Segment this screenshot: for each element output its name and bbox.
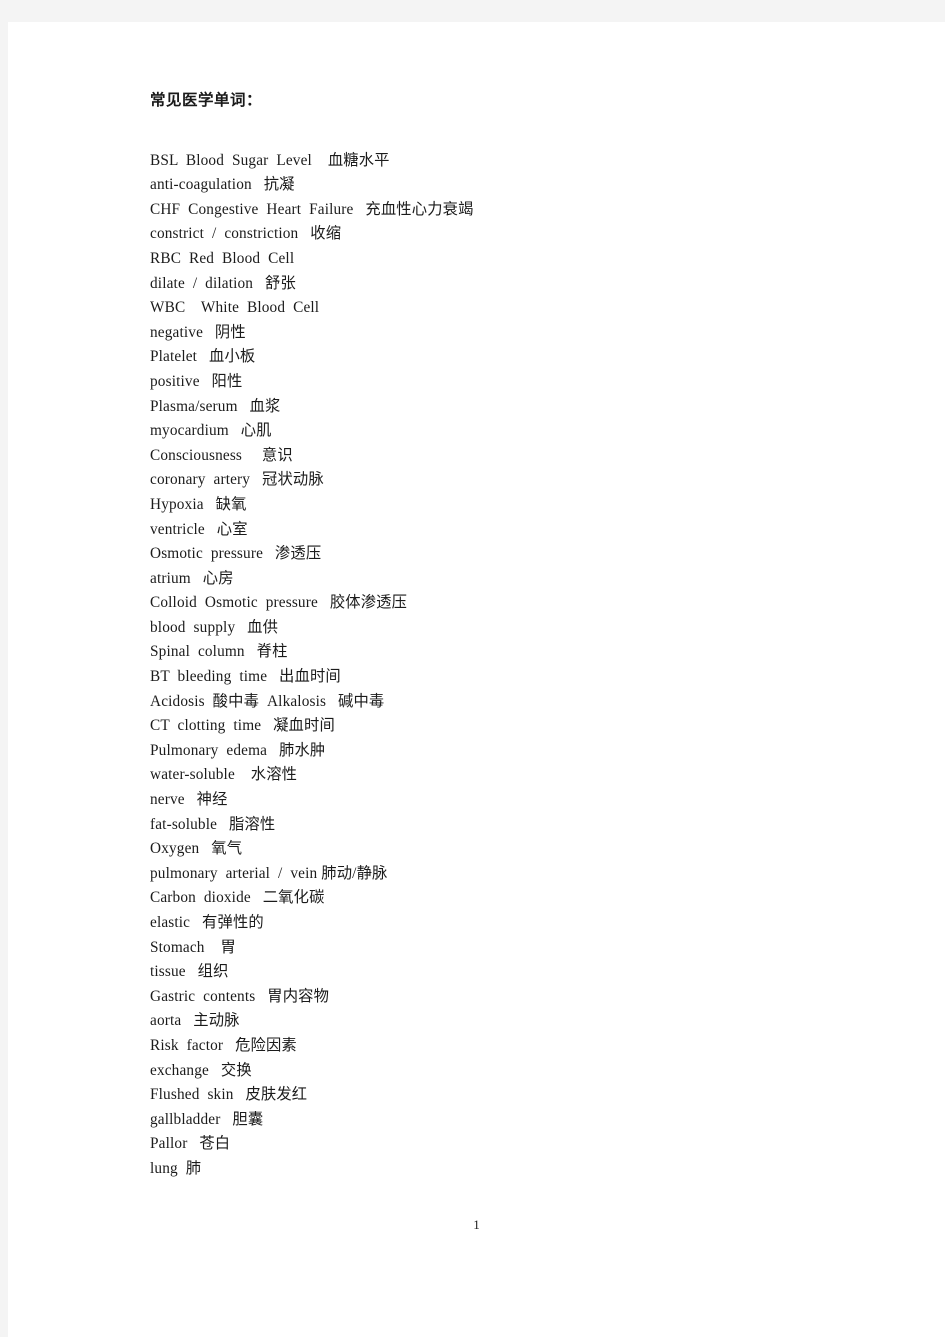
vocabulary-entry: BSL Blood Sugar Level 血糖水平 [150, 151, 390, 169]
vocabulary-entry: dilate / dilation 舒张 [150, 274, 296, 292]
vocabulary-entry: BT bleeding time 出血时间 [150, 668, 341, 686]
vocabulary-entry: Gastric contents 胃内容物 [150, 987, 330, 1005]
vocabulary-entry: Flushed skin 皮肤发红 [150, 1086, 308, 1104]
vocabulary-entry: tissue 组织 [150, 963, 229, 981]
vocabulary-entry: Hypoxia 缺氧 [150, 495, 247, 513]
page-number: 1 [473, 1217, 480, 1232]
vocabulary-entry: WBC White Blood Cell [150, 299, 320, 317]
vocabulary-entry: negative 阴性 [150, 323, 246, 341]
vocabulary-entry: anti-coagulation 抗凝 [150, 176, 295, 194]
vocabulary-entry: Pulmonary edema 肺水肿 [150, 741, 326, 759]
vocabulary-entry: water-soluble 水溶性 [150, 766, 298, 784]
vocabulary-entry: RBC Red Blood Cell [150, 249, 295, 267]
document-page: 常见医学单词： BSL Blood Sugar Level 血糖水平 anti-c… [8, 22, 945, 1337]
vocabulary-entry: pulmonary arterial / vein 肺动/静脉 [150, 864, 388, 882]
vocabulary-entry: atrium 心房 [150, 569, 234, 587]
vocabulary-entry: lung 肺 [150, 1159, 202, 1177]
vocabulary-entry: gallbladder 胆囊 [150, 1110, 264, 1128]
vocabulary-entry: elastic 有弹性的 [150, 914, 264, 931]
vocabulary-entry: CT clotting time 凝血时间 [150, 717, 335, 735]
vocabulary-entry: Plasma/serum 血浆 [150, 397, 281, 415]
vocabulary-entry: CHF Congestive Heart Failure 充血性心力衰竭 [150, 200, 474, 218]
vocabulary-entry: myocardium 心肌 [150, 422, 272, 440]
vocabulary-entry: exchange 交换 [150, 1061, 252, 1079]
page-title: 常见医学单词： [150, 92, 263, 109]
vocabulary-entry: Risk factor 危险因素 [150, 1036, 297, 1054]
vocabulary-entry: fat-soluble 脂溶性 [150, 815, 276, 833]
vocabulary-entry: aorta 主动脉 [150, 1012, 240, 1030]
vocabulary-entry: Spinal column 脊柱 [150, 643, 288, 661]
vocabulary-entry: Stomach 胃 [150, 938, 236, 956]
vocabulary-entry: Colloid Osmotic pressure 胶体渗透压 [150, 594, 408, 612]
vocabulary-entry: coronary artery 冠状动脉 [150, 471, 324, 489]
vocabulary-entry: Platelet 血小板 [150, 348, 256, 366]
vocabulary-entry: blood supply 血供 [150, 618, 279, 636]
vocabulary-entry: constrict / constriction 收缩 [150, 225, 342, 243]
vocabulary-entry: nerve 神经 [150, 791, 228, 809]
vocabulary-entry: Osmotic pressure 渗透压 [150, 545, 322, 563]
vocabulary-entry: Pallor 苍白 [150, 1135, 231, 1153]
vocabulary-entry: ventricle 心室 [150, 520, 248, 538]
vocabulary-list: BSL Blood Sugar Level 血糖水平 anti-coagulati… [150, 149, 850, 1182]
vocabulary-entry: Consciousness 意识 [150, 446, 293, 464]
vocabulary-entry: positive 阳性 [150, 372, 243, 390]
vocabulary-entry: Carbon dioxide 二氧化碳 [150, 889, 325, 907]
vocabulary-entry: Oxygen 氧气 [150, 840, 243, 858]
document-body: 常见医学单词： BSL Blood Sugar Level 血糖水平 anti-c… [150, 92, 850, 1182]
vocabulary-entry: Acidosis 酸中毒 Alkalosis 碱中毒 [150, 692, 385, 710]
